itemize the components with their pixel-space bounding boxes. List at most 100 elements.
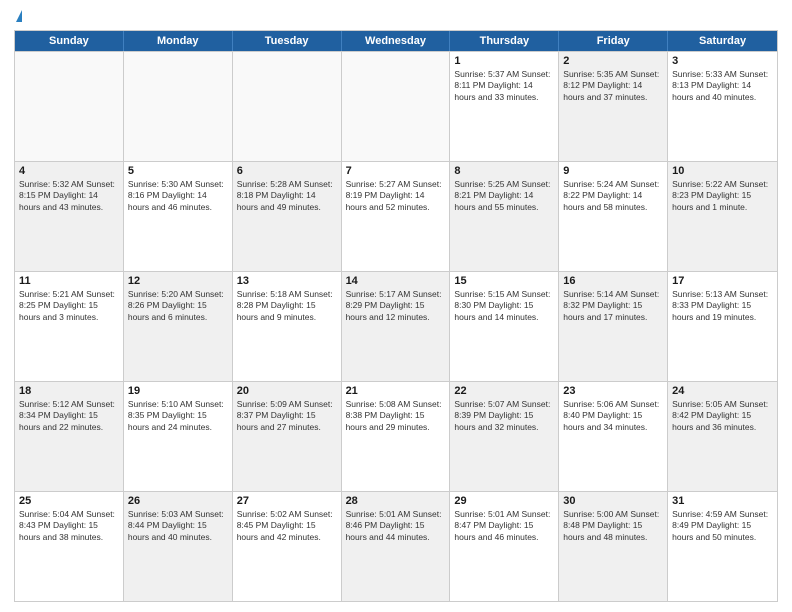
day-info: Sunrise: 5:24 AM Sunset: 8:22 PM Dayligh… [563,179,663,213]
calendar-cell-22: 22 Sunrise: 5:07 AM Sunset: 8:39 PM Dayli… [450,382,559,491]
day-info: Sunrise: 4:59 AM Sunset: 8:49 PM Dayligh… [672,509,773,543]
day-info: Sunrise: 5:06 AM Sunset: 8:40 PM Dayligh… [563,399,663,433]
day-number: 24 [672,385,773,397]
day-number: 8 [454,165,554,177]
day-number: 21 [346,385,446,397]
day-info: Sunrise: 5:13 AM Sunset: 8:33 PM Dayligh… [672,289,773,323]
day-number: 5 [128,165,228,177]
day-info: Sunrise: 5:18 AM Sunset: 8:28 PM Dayligh… [237,289,337,323]
calendar-cell-28: 28 Sunrise: 5:01 AM Sunset: 8:46 PM Dayli… [342,492,451,601]
calendar-cell-19: 19Sunrise: 5:10 AM Sunset: 8:35 PM Dayli… [124,382,233,491]
day-number: 26 [128,495,228,507]
day-info: Sunrise: 5:27 AM Sunset: 8:19 PM Dayligh… [346,179,446,213]
day-info: Sunrise: 5:28 AM Sunset: 8:18 PM Dayligh… [237,179,337,213]
calendar-row-4: 25 Sunrise: 5:04 AM Sunset: 8:43 PM Dayli… [15,491,777,601]
calendar-cell-6: 6 Sunrise: 5:28 AM Sunset: 8:18 PM Daylig… [233,162,342,271]
calendar: SundayMondayTuesdayWednesdayThursdayFrid… [14,30,778,602]
calendar-cell-7: 7 Sunrise: 5:27 AM Sunset: 8:19 PM Daylig… [342,162,451,271]
calendar-cell-8: 8 Sunrise: 5:25 AM Sunset: 8:21 PM Daylig… [450,162,559,271]
day-info: Sunrise: 5:07 AM Sunset: 8:39 PM Dayligh… [454,399,554,433]
calendar-cell-25: 25 Sunrise: 5:04 AM Sunset: 8:43 PM Dayli… [15,492,124,601]
day-info: Sunrise: 5:09 AM Sunset: 8:37 PM Dayligh… [237,399,337,433]
day-number: 23 [563,385,663,397]
day-info: Sunrise: 5:22 AM Sunset: 8:23 PM Dayligh… [672,179,773,213]
day-number: 15 [454,275,554,287]
calendar-cell-20: 20 Sunrise: 5:09 AM Sunset: 8:37 PM Dayli… [233,382,342,491]
day-number: 2 [563,55,663,67]
calendar-row-1: 4 Sunrise: 5:32 AM Sunset: 8:15 PM Daylig… [15,161,777,271]
calendar-cell-24: 24 Sunrise: 5:05 AM Sunset: 8:42 PM Dayli… [668,382,777,491]
day-number: 13 [237,275,337,287]
day-number: 20 [237,385,337,397]
day-info: Sunrise: 5:08 AM Sunset: 8:38 PM Dayligh… [346,399,446,433]
calendar-header-friday: Friday [559,31,668,51]
day-info: Sunrise: 5:05 AM Sunset: 8:42 PM Dayligh… [672,399,773,433]
calendar-header-sunday: Sunday [15,31,124,51]
calendar-cell-27: 27Sunrise: 5:02 AM Sunset: 8:45 PM Dayli… [233,492,342,601]
calendar-cell-18: 18 Sunrise: 5:12 AM Sunset: 8:34 PM Dayli… [15,382,124,491]
day-info: Sunrise: 5:21 AM Sunset: 8:25 PM Dayligh… [19,289,119,323]
header [14,10,778,24]
calendar-cell-empty [124,52,233,161]
day-info: Sunrise: 5:25 AM Sunset: 8:21 PM Dayligh… [454,179,554,213]
day-number: 28 [346,495,446,507]
day-number: 12 [128,275,228,287]
calendar-cell-23: 23 Sunrise: 5:06 AM Sunset: 8:40 PM Dayli… [559,382,668,491]
day-number: 17 [672,275,773,287]
calendar-cell-2: 2 Sunrise: 5:35 AM Sunset: 8:12 PM Daylig… [559,52,668,161]
day-number: 22 [454,385,554,397]
day-number: 29 [454,495,554,507]
calendar-cell-empty [15,52,124,161]
day-number: 7 [346,165,446,177]
calendar-row-0: 1 Sunrise: 5:37 AM Sunset: 8:11 PM Daylig… [15,51,777,161]
calendar-cell-29: 29 Sunrise: 5:01 AM Sunset: 8:47 PM Dayli… [450,492,559,601]
calendar-header-saturday: Saturday [668,31,777,51]
calendar-header-thursday: Thursday [450,31,559,51]
logo [14,10,22,24]
calendar-header-tuesday: Tuesday [233,31,342,51]
calendar-cell-3: 3 Sunrise: 5:33 AM Sunset: 8:13 PM Daylig… [668,52,777,161]
day-info: Sunrise: 5:30 AM Sunset: 8:16 PM Dayligh… [128,179,228,213]
calendar-cell-9: 9 Sunrise: 5:24 AM Sunset: 8:22 PM Daylig… [559,162,668,271]
calendar-cell-4: 4 Sunrise: 5:32 AM Sunset: 8:15 PM Daylig… [15,162,124,271]
day-number: 3 [672,55,773,67]
day-number: 31 [672,495,773,507]
calendar-row-2: 11Sunrise: 5:21 AM Sunset: 8:25 PM Dayli… [15,271,777,381]
calendar-header: SundayMondayTuesdayWednesdayThursdayFrid… [15,31,777,51]
calendar-cell-5: 5 Sunrise: 5:30 AM Sunset: 8:16 PM Daylig… [124,162,233,271]
calendar-cell-30: 30Sunrise: 5:00 AM Sunset: 8:48 PM Dayli… [559,492,668,601]
day-info: Sunrise: 5:33 AM Sunset: 8:13 PM Dayligh… [672,69,773,103]
day-number: 4 [19,165,119,177]
day-info: Sunrise: 5:03 AM Sunset: 8:44 PM Dayligh… [128,509,228,543]
day-info: Sunrise: 5:14 AM Sunset: 8:32 PM Dayligh… [563,289,663,323]
day-number: 6 [237,165,337,177]
calendar-cell-26: 26 Sunrise: 5:03 AM Sunset: 8:44 PM Dayli… [124,492,233,601]
calendar-cell-31: 31 Sunrise: 4:59 AM Sunset: 8:49 PM Dayli… [668,492,777,601]
calendar-cell-12: 12Sunrise: 5:20 AM Sunset: 8:26 PM Dayli… [124,272,233,381]
day-info: Sunrise: 5:00 AM Sunset: 8:48 PM Dayligh… [563,509,663,543]
calendar-cell-21: 21 Sunrise: 5:08 AM Sunset: 8:38 PM Dayli… [342,382,451,491]
day-info: Sunrise: 5:12 AM Sunset: 8:34 PM Dayligh… [19,399,119,433]
calendar-cell-empty [342,52,451,161]
calendar-cell-15: 15Sunrise: 5:15 AM Sunset: 8:30 PM Dayli… [450,272,559,381]
day-info: Sunrise: 5:01 AM Sunset: 8:46 PM Dayligh… [346,509,446,543]
day-info: Sunrise: 5:32 AM Sunset: 8:15 PM Dayligh… [19,179,119,213]
calendar-cell-13: 13 Sunrise: 5:18 AM Sunset: 8:28 PM Dayli… [233,272,342,381]
day-number: 1 [454,55,554,67]
day-info: Sunrise: 5:35 AM Sunset: 8:12 PM Dayligh… [563,69,663,103]
calendar-cell-10: 10 Sunrise: 5:22 AM Sunset: 8:23 PM Dayli… [668,162,777,271]
day-info: Sunrise: 5:37 AM Sunset: 8:11 PM Dayligh… [454,69,554,103]
day-number: 25 [19,495,119,507]
page: SundayMondayTuesdayWednesdayThursdayFrid… [0,0,792,612]
day-number: 10 [672,165,773,177]
day-number: 16 [563,275,663,287]
calendar-header-wednesday: Wednesday [342,31,451,51]
day-number: 19 [128,385,228,397]
calendar-cell-17: 17 Sunrise: 5:13 AM Sunset: 8:33 PM Dayli… [668,272,777,381]
calendar-cell-empty [233,52,342,161]
day-info: Sunrise: 5:01 AM Sunset: 8:47 PM Dayligh… [454,509,554,543]
day-number: 18 [19,385,119,397]
day-number: 9 [563,165,663,177]
logo-icon [16,10,22,22]
day-info: Sunrise: 5:04 AM Sunset: 8:43 PM Dayligh… [19,509,119,543]
